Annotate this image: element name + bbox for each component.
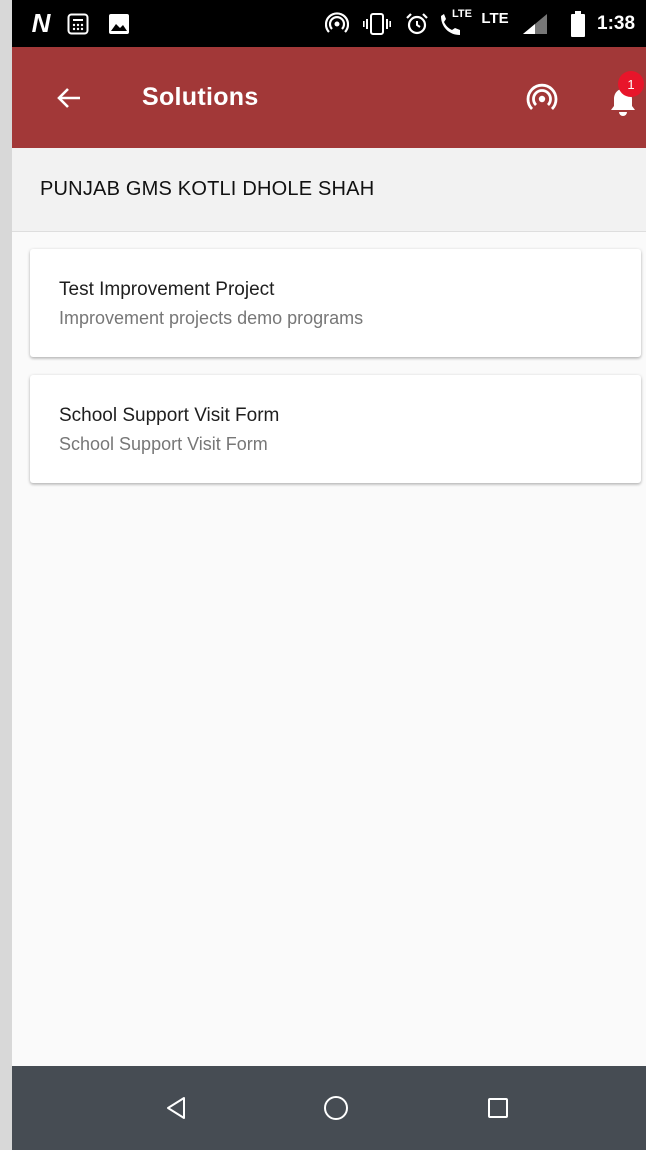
notification-badge: 1 [618, 71, 644, 97]
solution-subtitle: Improvement projects demo programs [59, 308, 364, 328]
page-title: Solutions [142, 83, 259, 111]
hotspot-icon [324, 0, 350, 47]
carrier-glyph: N [31, 8, 51, 38]
phone-screen: N LTE LTE 1:38 Solutions 1 PUNJAB GMS KO… [12, 0, 646, 1150]
battery-icon [570, 0, 586, 47]
image-icon [106, 0, 132, 47]
back-arrow-icon [57, 88, 80, 108]
volte-label: LTE [452, 8, 472, 20]
solution-subtitle: School Support Visit Form [59, 434, 268, 454]
solution-title: School Support Visit Form [59, 405, 280, 426]
status-bar: N LTE LTE 1:38 [12, 0, 646, 47]
system-nav-bar [12, 1066, 646, 1150]
app-bar: Solutions 1 [12, 47, 646, 148]
nav-back-icon [167, 1097, 185, 1119]
broadcast-button[interactable] [524, 81, 560, 117]
calculator-icon [66, 0, 90, 47]
network-type-label: LTE [481, 10, 509, 27]
vibrate-icon [362, 0, 392, 47]
back-button[interactable] [48, 77, 90, 119]
nav-home-button[interactable] [314, 1086, 358, 1130]
entity-header: PUNJAB GMS KOTLI DHOLE SHAH [12, 148, 646, 232]
alarm-icon [404, 0, 430, 47]
signal-icon [520, 0, 550, 47]
volte-call-icon: LTE [438, 0, 474, 47]
status-time: 1:38 [597, 12, 636, 34]
solution-title: Test Improvement Project [59, 279, 275, 300]
nav-home-icon [324, 1096, 348, 1120]
broadcast-icon [526, 83, 558, 110]
solution-card[interactable]: Test Improvement Project Improvement pro… [30, 249, 641, 357]
solution-card[interactable]: School Support Visit Form School Support… [30, 375, 641, 483]
entity-name: PUNJAB GMS KOTLI DHOLE SHAH [40, 178, 375, 200]
nav-recent-button[interactable] [476, 1086, 520, 1130]
nav-recent-icon [488, 1098, 508, 1118]
nav-back-button[interactable] [154, 1086, 198, 1130]
notifications-button[interactable]: 1 [602, 71, 646, 121]
